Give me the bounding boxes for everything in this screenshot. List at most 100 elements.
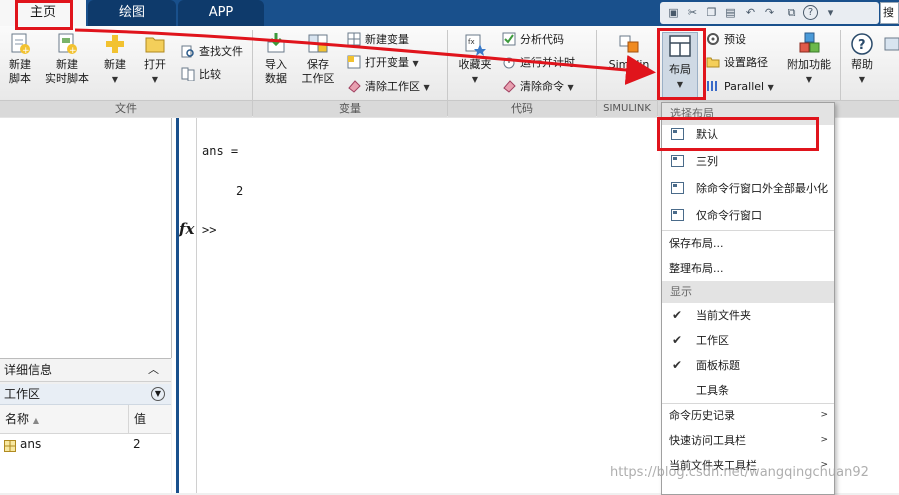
layout-dropdown-menu: 选择布局 默认 三列 除命令行窗口外全部最小化 仅命令行窗口 保存布局... 整… <box>661 102 835 495</box>
workspace-table: 名称 ▲ 值 ans 2 <box>0 405 171 493</box>
checkmark-icon: ✔ <box>672 358 683 372</box>
menu-item-show-current-folder[interactable]: ✔ 当前文件夹 <box>662 303 834 328</box>
simulink-button[interactable]: Simulin <box>602 32 656 72</box>
tab-apps[interactable]: APP <box>178 0 264 26</box>
layout-button[interactable]: 布局 ▼ <box>662 32 698 98</box>
menu-item-quick-access-toolbar[interactable]: 快速访问工具栏 > <box>662 428 834 453</box>
table-row[interactable]: ans 2 <box>0 434 171 454</box>
command-prompt[interactable]: >> <box>202 223 216 237</box>
sort-asc-icon: ▲ <box>32 416 39 425</box>
menu-item-show-workspace[interactable]: ✔ 工作区 <box>662 328 834 353</box>
analyze-code-icon <box>502 32 516 46</box>
chevron-right-icon: > <box>820 410 828 420</box>
group-label-file: 文件 <box>0 100 252 117</box>
find-files-button[interactable]: 查找文件 <box>181 43 243 61</box>
output-line-ans: ans = <box>202 144 239 158</box>
chevron-down-icon: ▼ <box>567 83 574 92</box>
help-icon[interactable]: ? <box>803 5 818 20</box>
chevron-down-icon: ▼ <box>151 75 159 84</box>
find-files-icon <box>181 44 195 58</box>
favorites-icon: fx <box>464 32 486 56</box>
menu-item-layout-three-column[interactable]: 三列 <box>662 149 834 174</box>
import-data-button[interactable]: 导入 数据 <box>258 32 294 86</box>
set-path-button[interactable]: 设置路径 <box>706 54 768 72</box>
new-variable-label: 新建变量 <box>365 33 409 46</box>
clear-commands-button[interactable]: 清除命令 ▼ <box>502 78 574 96</box>
new-script-button[interactable]: + 新建 脚本 <box>2 32 38 86</box>
eraser-icon <box>502 79 516 93</box>
switch-windows-icon[interactable]: ⧉ <box>784 5 799 20</box>
addons-button[interactable]: 附加功能 ▼ <box>784 32 834 87</box>
function-browser-icon[interactable]: fx <box>179 220 194 238</box>
open-variable-label: 打开变量 <box>365 56 409 69</box>
layout-icon <box>669 35 691 57</box>
save-icon[interactable]: ▣ <box>666 5 681 20</box>
checkmark-icon: ✔ <box>672 333 683 347</box>
import-data-icon <box>265 32 287 54</box>
quick-access-toolbar: ▣ ✂ ❐ ▤ ↶ ↷ ⧉ ? ▾ <box>660 2 879 24</box>
help-icon: ? <box>851 32 873 55</box>
undo-icon[interactable]: ↶ <box>743 5 758 20</box>
column-header-value[interactable]: 值 <box>129 405 171 434</box>
group-label-variable: 变量 <box>253 100 447 117</box>
new-button[interactable]: 新建 ▼ <box>98 32 132 87</box>
new-variable-icon <box>347 32 361 46</box>
menu-item-save-layout[interactable]: 保存布局... <box>662 231 834 256</box>
search-input[interactable]: 搜 <box>880 2 899 24</box>
preferences-button[interactable]: 预设 <box>706 31 746 49</box>
plus-icon <box>104 32 126 54</box>
cut-icon[interactable]: ✂ <box>685 5 700 20</box>
stopwatch-icon <box>502 55 516 69</box>
menu-item-show-toolstrip[interactable]: 工具条 <box>662 378 834 403</box>
menu-item-organize-layout[interactable]: 整理布局... <box>662 256 834 281</box>
open-variable-icon <box>347 55 361 69</box>
menu-item-label: 工作区 <box>696 334 729 347</box>
copy-icon[interactable]: ❐ <box>704 5 719 20</box>
menu-item-layout-command-only[interactable]: 仅命令行窗口 <box>662 203 834 228</box>
clear-workspace-button[interactable]: 清除工作区 ▼ <box>347 78 430 96</box>
open-variable-button[interactable]: 打开变量 ▼ <box>347 54 419 72</box>
run-and-time-button[interactable]: 运行并计时 <box>502 54 575 72</box>
menu-item-layout-default[interactable]: 默认 <box>662 122 834 147</box>
compare-button[interactable]: 比较 <box>181 66 221 84</box>
new-variable-button[interactable]: 新建变量 <box>347 31 409 49</box>
parallel-label: Parallel <box>724 80 765 93</box>
help-button[interactable]: ? 帮助 ▼ <box>846 32 878 87</box>
eraser-icon <box>347 79 361 93</box>
folder-path-icon <box>706 55 720 69</box>
menu-item-command-history[interactable]: 命令历史记录 > <box>662 403 834 428</box>
open-button[interactable]: 打开 ▼ <box>138 32 172 87</box>
column-header-name[interactable]: 名称 ▲ <box>0 405 129 434</box>
panel-splitter[interactable] <box>176 118 179 493</box>
menu-item-label: 除命令行窗口外全部最小化 <box>696 182 828 195</box>
watermark-text: https://blog.csdn.net/wangqingchuan92 <box>610 465 869 480</box>
tab-home[interactable]: 主页 <box>0 0 86 26</box>
menu-item-show-panel-titles[interactable]: ✔ 面板标题 <box>662 353 834 378</box>
panel-actions-icon[interactable]: ▼ <box>151 387 165 401</box>
clear-commands-label: 清除命令 <box>520 80 564 93</box>
new-label: 新建 <box>104 58 126 71</box>
menu-header-show: 显示 <box>662 281 834 303</box>
details-panel-header[interactable]: 详细信息 ︿ <box>0 358 171 382</box>
paste-icon[interactable]: ▤ <box>723 5 738 20</box>
parallel-button[interactable]: Parallel ▼ <box>706 78 774 96</box>
chevron-down-icon: ▼ <box>111 75 119 84</box>
dropdown-icon[interactable]: ▾ <box>823 5 838 20</box>
community-button[interactable] <box>884 32 899 56</box>
help-label: 帮助 <box>851 58 873 71</box>
menu-item-label: 当前文件夹 <box>696 309 751 322</box>
menu-item-layout-minimize-all[interactable]: 除命令行窗口外全部最小化 <box>662 176 834 201</box>
new-live-script-button[interactable]: + 新建 实时脚本 <box>42 32 92 86</box>
chevron-up-icon[interactable]: ︿ <box>148 359 159 381</box>
chevron-down-icon: ▼ <box>412 59 419 68</box>
analyze-code-label: 分析代码 <box>520 33 564 46</box>
analyze-code-button[interactable]: 分析代码 <box>502 31 564 49</box>
favorites-button[interactable]: fx 收藏夹 ▼ <box>454 32 496 87</box>
find-files-label: 查找文件 <box>199 45 243 58</box>
redo-icon[interactable]: ↷ <box>762 5 777 20</box>
menu-item-label: 工具条 <box>696 384 729 397</box>
new-script-label: 新建 脚本 <box>9 58 31 85</box>
tab-plots[interactable]: 绘图 <box>88 0 176 26</box>
group-label-simulink: SIMULINK <box>597 100 657 117</box>
save-workspace-button[interactable]: 保存 工作区 <box>298 32 338 86</box>
